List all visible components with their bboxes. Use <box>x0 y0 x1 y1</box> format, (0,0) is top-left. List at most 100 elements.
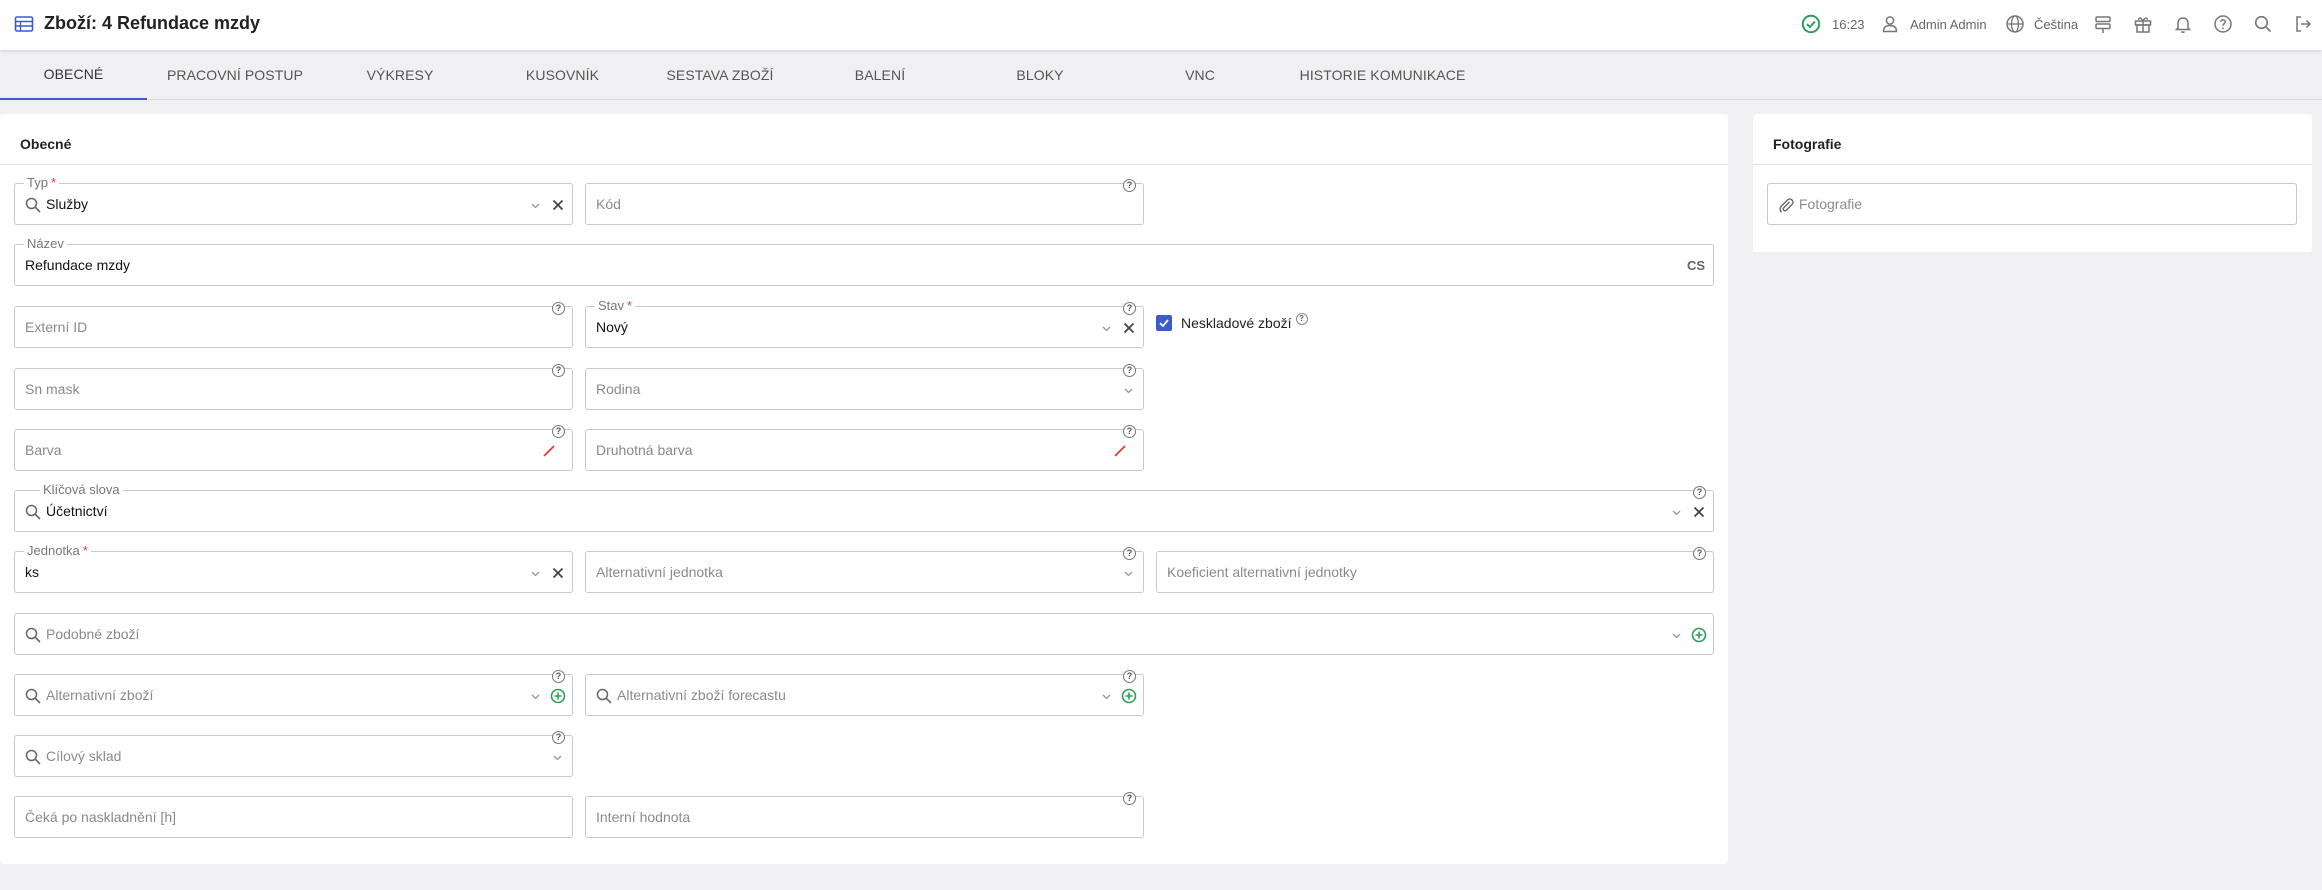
add-circle-icon[interactable] <box>1691 627 1707 643</box>
ceka-po-naskladneni-placeholder: Čeká po naskladnění [h] <box>25 809 176 825</box>
alternativni-zbozi-field[interactable]: Alternativní zboží ? <box>14 670 573 716</box>
neskladove-zbozi-checkbox[interactable]: Neskladové zboží ? <box>1156 313 1308 331</box>
alternativni-zbozi-forecastu-field[interactable]: Alternativní zboží forecastu ? <box>585 670 1144 716</box>
chevron-down-icon[interactable] <box>1123 385 1134 396</box>
klicova-slova-value: Účetnictví <box>46 503 108 519</box>
stav-value: Nový <box>596 319 628 335</box>
externi-id-field[interactable]: Externí ID ? <box>14 302 573 348</box>
user-name[interactable]: Admin Admin <box>1910 13 1987 35</box>
jednotka-value: ks <box>25 564 39 580</box>
search-icon <box>25 504 41 520</box>
signpost-icon[interactable] <box>2092 13 2114 35</box>
tab-kusovnik[interactable]: Kusovník <box>510 50 615 100</box>
chevron-down-icon[interactable] <box>1101 691 1112 702</box>
tab-historie-komunikace[interactable]: Historie komunikace <box>1295 50 1470 100</box>
chevron-down-icon[interactable] <box>552 752 563 763</box>
paperclip-icon <box>1779 198 1794 213</box>
help-icon[interactable]: ? <box>1123 670 1136 683</box>
help-icon[interactable]: ? <box>1123 179 1136 192</box>
language-selector[interactable]: Čeština <box>2034 13 2078 35</box>
no-color-icon[interactable] <box>1113 444 1127 458</box>
tab-vykresy[interactable]: Výkresy <box>345 50 455 100</box>
help-icon[interactable]: ? <box>552 670 565 683</box>
search-icon <box>25 627 41 643</box>
klicova-slova-field[interactable]: Klíčová slova Účetnictví ? <box>14 482 1714 532</box>
check-circle-icon <box>1801 14 1821 34</box>
koeficient-placeholder: Koeficient alternativní jednotky <box>1167 564 1357 580</box>
help-icon[interactable]: ? <box>552 731 565 744</box>
tab-baleni[interactable]: Balení <box>830 50 930 100</box>
rodina-field[interactable]: Rodina ? <box>585 364 1144 410</box>
help-icon[interactable]: ? <box>552 425 565 438</box>
help-icon[interactable]: ? <box>1123 302 1136 315</box>
no-color-icon[interactable] <box>542 444 556 458</box>
typ-field[interactable]: Typ * Služby <box>14 175 573 225</box>
alternativni-jednotka-placeholder: Alternativní jednotka <box>596 564 723 580</box>
barva-field[interactable]: Barva ? <box>14 425 573 471</box>
help-icon[interactable]: ? <box>1123 364 1136 377</box>
alternativni-jednotka-field[interactable]: Alternativní jednotka ? <box>585 547 1144 593</box>
stav-field[interactable]: Stav * Nový ? <box>585 298 1144 348</box>
kod-field[interactable]: Kód ? <box>585 179 1144 225</box>
tab-bloky[interactable]: Bloky <box>990 50 1090 100</box>
divider <box>1753 164 2312 165</box>
ceka-po-naskladneni-field[interactable]: Čeká po naskladnění [h] <box>14 796 573 838</box>
help-icon[interactable]: ? <box>552 302 565 315</box>
help-icon[interactable]: ? <box>552 364 565 377</box>
chevron-down-icon[interactable] <box>1671 507 1682 518</box>
help-icon[interactable]: ? <box>1693 486 1706 499</box>
help-icon[interactable]: ? <box>1123 792 1136 805</box>
interni-hodnota-placeholder: Interní hodnota <box>596 809 691 825</box>
interni-hodnota-field[interactable]: Interní hodnota ? <box>585 792 1144 838</box>
language-code[interactable]: CS <box>1687 258 1705 273</box>
nazev-value: Refundace mzdy <box>25 257 131 273</box>
sn-mask-placeholder: Sn mask <box>25 381 80 397</box>
tab-obecne[interactable]: Obecné <box>0 50 147 100</box>
externi-id-placeholder: Externí ID <box>25 319 88 335</box>
koeficient-alternativni-jednotky-field[interactable]: Koeficient alternativní jednotky ? <box>1156 547 1714 593</box>
page-title: Zboží: 4 Refundace mzdy <box>44 13 261 33</box>
tab-sestava-zbozi[interactable]: Sestava zboží <box>660 50 780 100</box>
sn-mask-field[interactable]: Sn mask ? <box>14 364 573 410</box>
podobne-zbozi-field[interactable]: Podobné zboží <box>14 613 1714 655</box>
search-icon[interactable] <box>2252 13 2274 35</box>
help-icon[interactable]: ? <box>1693 547 1706 560</box>
chevron-down-icon[interactable] <box>1101 323 1112 334</box>
druhotna-barva-field[interactable]: Druhotná barva ? <box>585 425 1144 471</box>
globe-icon[interactable] <box>2004 13 2026 35</box>
close-icon[interactable] <box>551 566 565 580</box>
chevron-down-icon[interactable] <box>1671 630 1682 641</box>
help-icon[interactable]: ? <box>1295 313 1308 325</box>
search-icon <box>596 688 612 704</box>
logout-icon[interactable] <box>2292 13 2314 35</box>
add-circle-icon[interactable] <box>550 688 566 704</box>
photo-upload-field[interactable]: Fotografie <box>1767 183 2297 225</box>
podobne-zbozi-placeholder: Podobné zboží <box>46 626 140 642</box>
close-icon[interactable] <box>1122 321 1136 335</box>
add-circle-icon[interactable] <box>1121 688 1137 704</box>
help-icon[interactable]: ? <box>1123 547 1136 560</box>
nazev-field[interactable]: Název Refundace mzdy CS <box>14 236 1714 286</box>
jednotka-field[interactable]: Jednotka * ks <box>14 543 573 593</box>
bell-icon[interactable] <box>2172 13 2194 35</box>
tab-bar: Obecné Pracovní postup Výkresy Kusovník … <box>0 50 2322 100</box>
chevron-down-icon[interactable] <box>530 568 541 579</box>
gift-icon[interactable] <box>2132 13 2154 35</box>
top-bar: Zboží: 4 Refundace mzdy 16:23 Admin Admi… <box>0 0 2322 50</box>
cilovy-sklad-field[interactable]: Cílový sklad ? <box>14 731 573 777</box>
chevron-down-icon[interactable] <box>1123 568 1134 579</box>
general-card: Obecné Typ * Služby Kód ? Název Refundace… <box>0 114 1728 864</box>
search-icon <box>25 688 41 704</box>
close-icon[interactable] <box>551 198 565 212</box>
help-icon[interactable]: ? <box>1123 425 1136 438</box>
stav-label: Stav * <box>595 298 636 314</box>
checkbox-checked[interactable] <box>1156 315 1172 331</box>
help-icon[interactable] <box>2212 13 2234 35</box>
chevron-down-icon[interactable] <box>530 200 541 211</box>
chevron-down-icon[interactable] <box>530 691 541 702</box>
tab-pracovni-postup[interactable]: Pracovní postup <box>160 50 310 100</box>
user-icon[interactable] <box>1879 13 1901 35</box>
tab-vnc[interactable]: VNC <box>1150 50 1250 100</box>
klicova-slova-label: Klíčová slova <box>40 482 123 498</box>
close-icon[interactable] <box>1692 505 1706 519</box>
